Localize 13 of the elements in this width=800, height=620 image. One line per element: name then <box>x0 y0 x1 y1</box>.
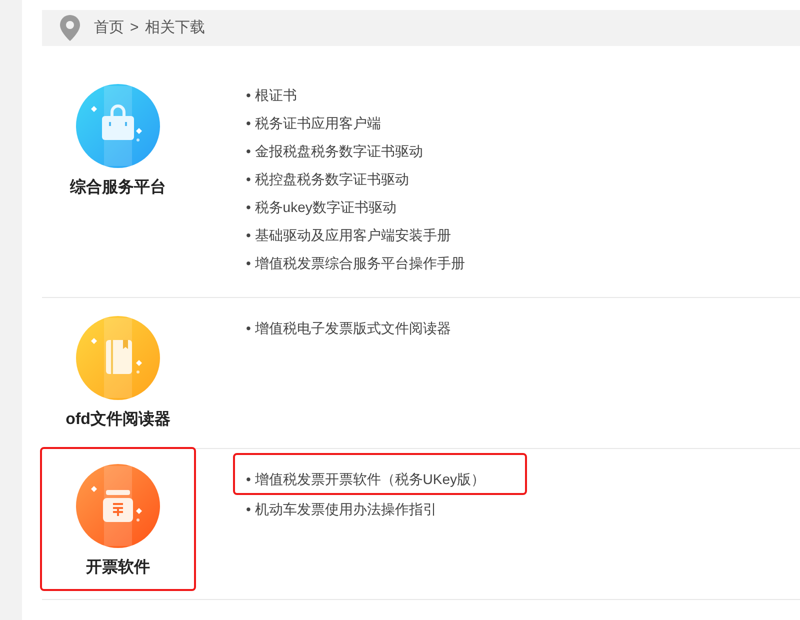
breadcrumb-separator: > <box>130 18 139 38</box>
breadcrumb-link[interactable]: 相关下载 <box>144 16 205 40</box>
download-link[interactable]: • 增值税电子发票版式文件阅读器 <box>233 312 464 344</box>
book-icon <box>76 316 160 400</box>
breadcrumb-link[interactable]: 首页 <box>94 16 124 40</box>
category-title: 开票软件 <box>86 558 150 578</box>
download-link[interactable]: • 增值税发票开票软件（税务UKey版） <box>233 453 527 495</box>
category-title: 综合服务平台 <box>70 177 166 198</box>
location-pin-icon <box>60 15 80 41</box>
category-title: ofd文件阅读器 <box>66 409 170 430</box>
download-link[interactable]: • 机动车发票使用办法操作指引 <box>233 493 450 525</box>
briefcase-icon <box>76 84 160 168</box>
cashbox-icon <box>76 464 160 548</box>
